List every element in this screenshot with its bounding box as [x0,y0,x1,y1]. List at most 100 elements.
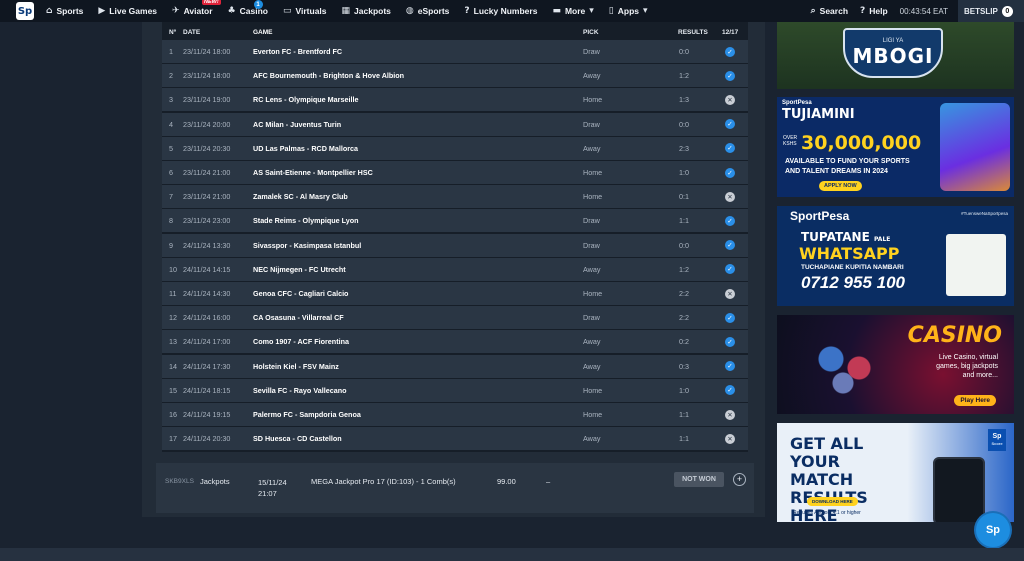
b5-requirement: Requires Android 4.1 or higher [793,510,861,516]
row-game: Stade Reims - Olympique Lyon [253,216,359,226]
row-date: 24/11/24 13:30 [183,240,231,250]
b3-line1b: PALE [873,236,891,243]
nav-item-lucky-numbers[interactable]: ? Lucky Numbers [464,6,537,16]
row-pick: Away [583,361,601,371]
spscore-logo: Sp Score [988,429,1006,451]
nav-item-sports[interactable]: ⌂ Sports [46,6,83,16]
banner-whatsapp[interactable]: SportPesa #TuensweNaSportpesa TUPATANE P… [777,206,1014,306]
row-result: 1:2 [679,71,689,81]
row-number: 13 [169,337,177,347]
row-game: Holstein Kiel - FSV Mainz [253,361,339,371]
row-number: 17 [169,434,177,444]
banner-spscore[interactable]: GET ALL YOUR MATCH RESULTS HERE DOWNLOAD… [777,423,1014,522]
chevron-down-icon: ▾ [589,6,594,16]
b2-line1: AVAILABLE TO FUND YOUR SPORTS [785,158,910,165]
betslip-label: BETSLIP [964,6,998,16]
bet-summary-row[interactable]: SKB9XLS Jackpots 15/11/24 21:07 MEGA Jac… [156,463,754,513]
row-result: 1:1 [679,410,689,419]
row-date: 23/11/24 19:00 [183,95,231,105]
b4-line2: games, big jackpots [936,363,998,370]
b2-brand: SportPesa [782,100,812,106]
main-panel: Nº DATE GAME PICK RESULTS 12/17 1 23/11/2… [142,22,765,517]
row-number: 9 [169,240,173,250]
table-row: 8 23/11/24 23:00 Stade Reims - Olympique L… [162,209,748,233]
nav-item-esports[interactable]: ◍ eSports [406,6,450,16]
table-row: 11 24/11/24 14:30 Genoa CFC - Cagliari Cal… [162,282,748,305]
search-button[interactable]: ⌕ Search [811,6,848,16]
row-game: AC Milan - Juventus Turin [253,119,342,129]
nav-item-aviator[interactable]: ✈ Aviator NEW! [172,0,221,16]
expand-button[interactable]: + [733,473,746,486]
header-no: Nº [169,28,177,36]
betslip-button[interactable]: BETSLIP 0 [958,0,1024,22]
row-number: 4 [169,119,173,129]
nav-label: Live Games [109,6,158,16]
row-pick: Home [583,95,603,105]
help-button[interactable]: ? Help [860,6,888,16]
table-row: 7 23/11/24 21:00 Zamalek SC - Al Masry Clu… [162,185,748,209]
row-game: Everton FC - Brentford FC [253,47,343,56]
table-row: 5 23/11/24 20:30 UD Las Palmas - RCD Mallo… [162,136,748,160]
row-result: 1:3 [679,95,689,105]
nav-item-jackpots[interactable]: ▦ Jackpots [342,6,391,16]
banner-ligi-ya-mbogi[interactable]: LIGI YA MBOGI [777,22,1014,89]
check-icon: ✓ [725,240,735,251]
check-icon: ✓ [725,312,735,323]
plane-icon: ✈ [172,6,180,16]
row-pick: Away [583,71,601,81]
row-number: 14 [169,361,177,371]
download-button[interactable]: DOWNLOAD HERE [807,497,858,506]
play-icon: ▶ [98,6,106,16]
row-result: 2:2 [679,313,689,323]
b3-brand: SportPesa [790,209,850,223]
nav-item-apps[interactable]: ▯ Apps ▾ [609,6,648,16]
row-result: 0:2 [679,337,689,347]
table-row: 17 24/11/24 20:30 SD Huesca - CD Castellon… [162,427,748,451]
check-icon: ✓ [725,119,735,130]
nav-label: Sports [56,6,84,16]
b3-line1: TUPATANE PALE [801,230,890,244]
row-pick: Draw [583,119,600,129]
check-icon: ✓ [725,361,735,372]
apply-now-button[interactable]: APPLY NOW [819,181,862,191]
nav-item-virtuals[interactable]: ▭ Virtuals [283,6,327,16]
nav-label: Apps [617,6,639,16]
nav-item-casino[interactable]: ♣ Casino 1 [227,0,268,16]
new-badge: NEW! [202,0,221,5]
row-game: Genoa CFC - Cagliari Calcio [253,289,349,298]
b2-over: OVER KSHS [783,135,798,147]
b4-line3: and more... [962,372,998,379]
chat-button[interactable]: Sp [976,513,1010,547]
b4-line1: Live Casino, virtual [938,354,998,361]
row-pick: Home [583,289,603,298]
row-game: CA Osasuna - Villarreal CF [253,313,344,323]
sportpesa-logo[interactable]: Sp [16,2,34,20]
table-row: 2 23/11/24 18:00 AFC Bournemouth - Brighto… [162,64,748,88]
nav-label: More [564,6,586,16]
casino-icon: ♣ [227,6,236,16]
lucky-icon: ? [464,6,470,16]
check-icon: ✓ [725,167,735,178]
bet-id: SKB9XLS [165,478,194,485]
header-score: 12/17 [722,28,739,36]
banner-tujiamini[interactable]: SportPesa TUJIAMINI OVER KSHS 30,000,000… [777,97,1014,197]
banner-casino[interactable]: CASINO Live Casino, virtual games, big j… [777,315,1014,414]
row-date: 23/11/24 21:00 [183,192,231,202]
nav-item-more[interactable]: ▬ More ▾ [552,6,593,16]
nav-item-live-games[interactable]: ▶ Live Games [98,6,157,16]
table-row: 3 23/11/24 19:00 RC Lens - Olympique Marse… [162,88,748,112]
row-number: 5 [169,143,173,153]
row-game: Palermo FC - Sampdoria Genoa [253,410,361,419]
check-icon: ✓ [725,264,735,275]
row-result: 1:1 [679,434,689,444]
main-nav: ⌂ Sports ▶ Live Games ✈ Aviator NEW! ♣ Casino 1 ▭ V… [46,0,663,22]
play-here-button[interactable]: Play Here [954,395,996,406]
check-icon: ✓ [725,215,735,226]
nav-label: Lucky Numbers [473,6,538,16]
bet-winnings: – [546,477,551,486]
row-pick: Away [583,434,601,444]
row-result: 0:0 [679,240,689,250]
cross-icon: ✕ [725,94,735,105]
row-date: 24/11/24 17:00 [183,337,231,347]
footer-strip [0,548,1024,561]
